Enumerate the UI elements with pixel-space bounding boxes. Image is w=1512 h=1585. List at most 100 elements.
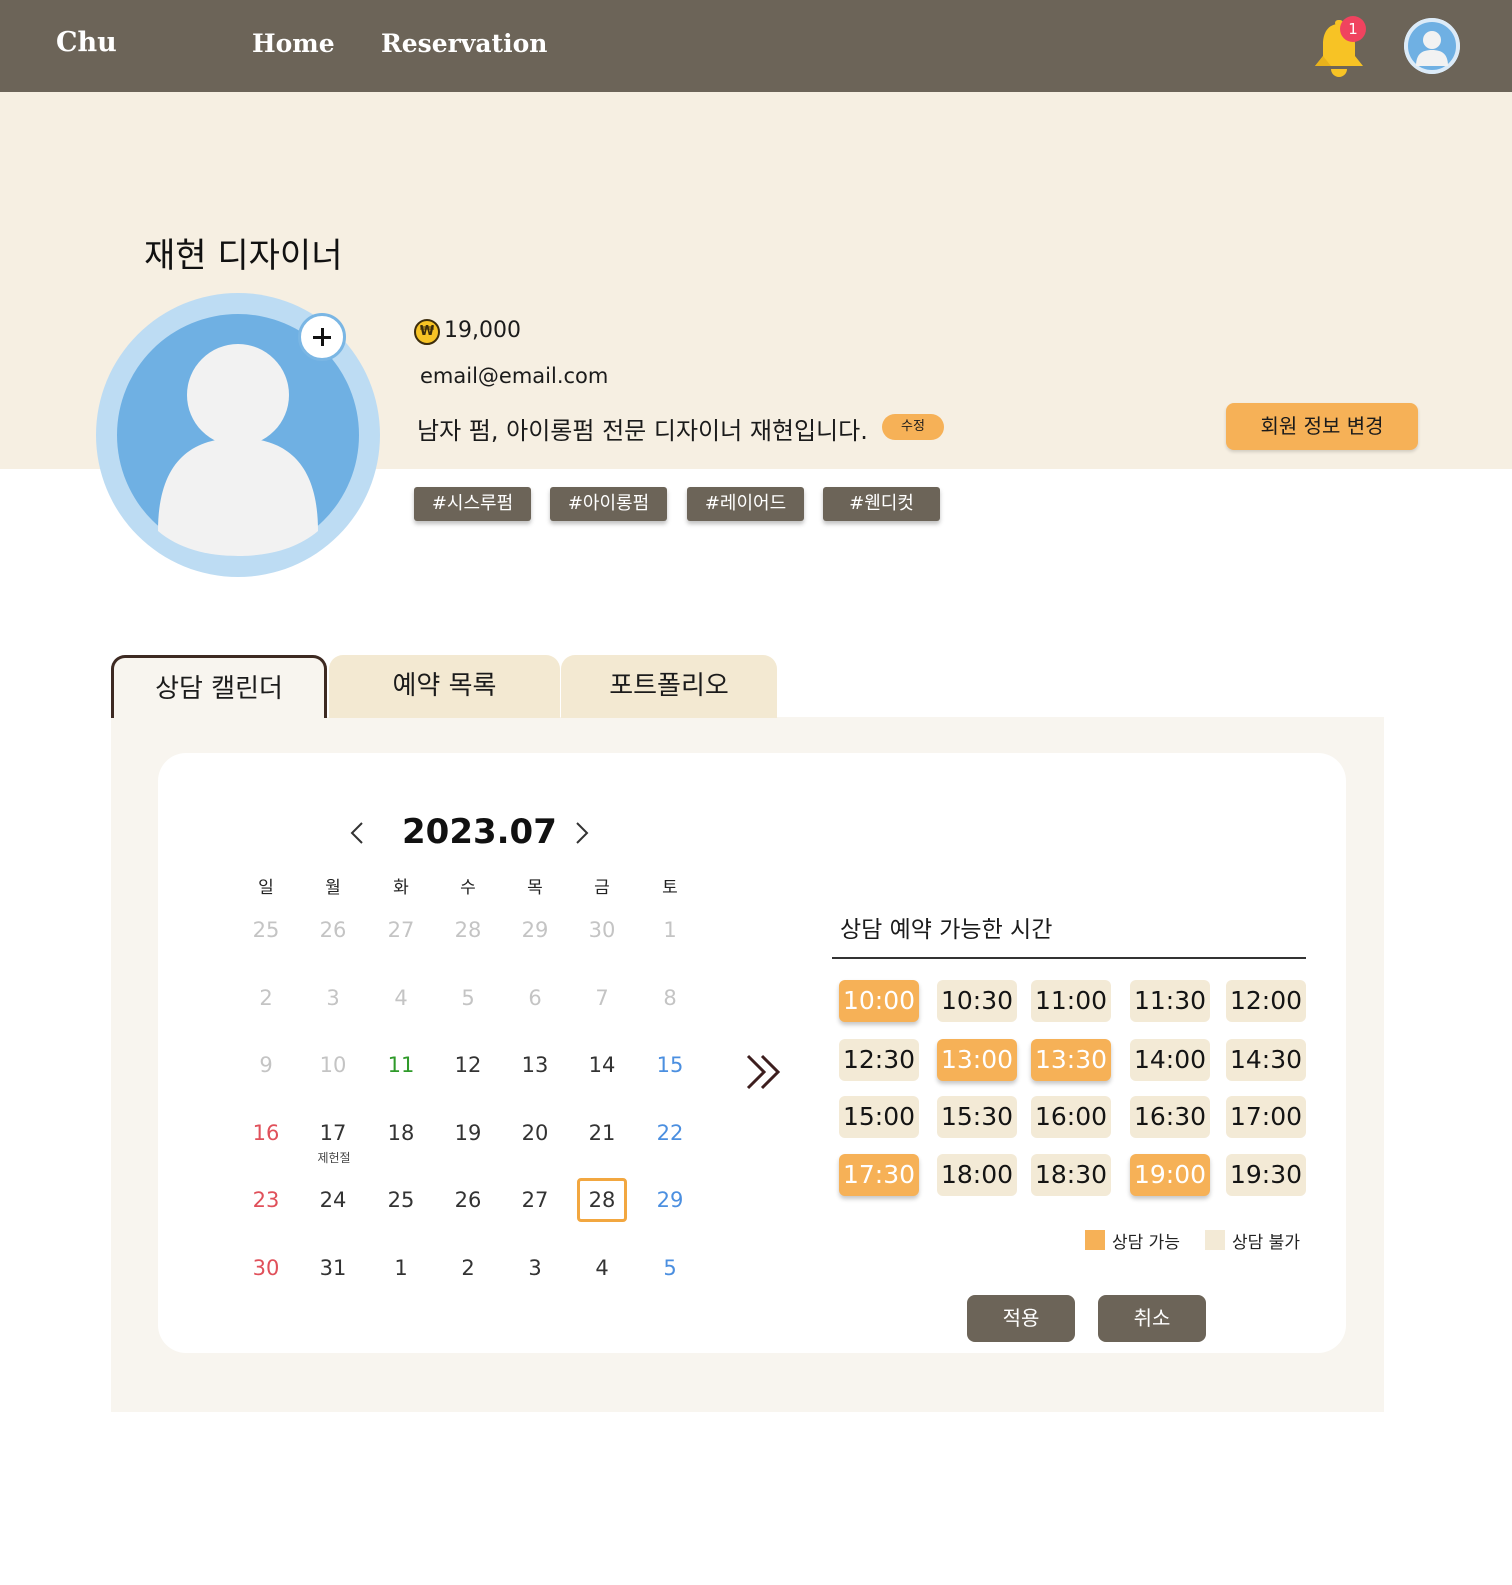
calendar-day-selected[interactable]: 28 [577,1178,627,1222]
hashtag-chip[interactable]: #레이어드 [687,487,804,521]
tab-portfolio[interactable]: 포트폴리오 [561,655,777,718]
calendar-day[interactable]: 29 [507,908,563,952]
calendar-day[interactable]: 26 [440,1178,496,1222]
time-slot-unavailable[interactable]: 11:00 [1031,980,1111,1022]
time-slot-unavailable[interactable]: 15:30 [937,1096,1017,1138]
hashtag-chip[interactable]: #웬디컷 [823,487,940,521]
brand-logo[interactable]: Chu [56,27,117,58]
calendar-day[interactable]: 25 [373,1178,429,1222]
calendar-day[interactable]: 22 [642,1111,698,1155]
chevron-right-icon[interactable] [566,816,596,850]
calendar-day[interactable]: 18 [373,1111,429,1155]
calendar-day[interactable]: 4 [373,976,429,1020]
tab-consult-calendar[interactable]: 상담 캘린더 [111,655,327,718]
calendar-day[interactable]: 30 [574,908,630,952]
nav-link-reservation[interactable]: Reservation [381,29,547,58]
calendar-day[interactable]: 7 [574,976,630,1020]
time-slot-unavailable[interactable]: 15:00 [839,1096,919,1138]
time-slot-available[interactable]: 17:30 [839,1154,919,1196]
time-slot-unavailable[interactable]: 18:00 [937,1154,1017,1196]
time-slot-unavailable[interactable]: 14:00 [1130,1039,1210,1081]
apply-button[interactable]: 적용 [967,1295,1075,1342]
designer-email: email@email.com [420,364,609,388]
weekday-header: 화 [393,878,409,898]
change-member-info-button[interactable]: 회원 정보 변경 [1226,403,1418,450]
legend-unavailable-swatch [1205,1230,1225,1250]
time-slot-available[interactable]: 19:00 [1130,1154,1210,1196]
calendar-day[interactable]: 3 [305,976,361,1020]
hashtag-chip[interactable]: #아이롱펌 [550,487,667,521]
calendar-day[interactable]: 6 [507,976,563,1020]
calendar-day[interactable]: 20 [507,1111,563,1155]
time-slot-unavailable[interactable]: 18:30 [1031,1154,1111,1196]
time-slot-unavailable[interactable]: 19:30 [1226,1154,1306,1196]
cancel-button[interactable]: 취소 [1098,1295,1206,1342]
time-slot-unavailable[interactable]: 16:00 [1031,1096,1111,1138]
weekday-header: 수 [460,878,476,898]
calendar-day[interactable]: 2 [238,976,294,1020]
weekday-header: 목 [527,878,543,898]
time-slot-unavailable[interactable]: 11:30 [1130,980,1210,1022]
calendar-day[interactable]: 24 [305,1178,361,1222]
time-slot-unavailable[interactable]: 12:30 [839,1039,919,1081]
calendar-day[interactable]: 13 [507,1043,563,1087]
calendar-day[interactable]: 14 [574,1043,630,1087]
won-coin-icon: ₩ [414,319,440,345]
calendar-day[interactable]: 27 [507,1178,563,1222]
legend-available-swatch [1085,1230,1105,1250]
calendar-day[interactable]: 23 [238,1178,294,1222]
double-chevron-right-icon[interactable] [742,1050,788,1094]
time-slot-available[interactable]: 13:30 [1031,1039,1111,1081]
calendar-day[interactable]: 16 [238,1111,294,1155]
weekday-header: 금 [594,878,610,898]
calendar-day[interactable]: 1 [373,1246,429,1290]
tab-reservation-list[interactable]: 예약 목록 [329,655,560,718]
calendar-day[interactable]: 1 [642,908,698,952]
calendar-day[interactable]: 3 [507,1246,563,1290]
time-slot-available[interactable]: 10:00 [839,980,919,1022]
time-slot-unavailable[interactable]: 17:00 [1226,1096,1306,1138]
top-navigation-bar: Chu Home Reservation 1 [0,0,1512,92]
time-slot-unavailable[interactable]: 12:00 [1226,980,1306,1022]
time-slot-unavailable[interactable]: 16:30 [1130,1096,1210,1138]
legend-unavailable-label: 상담 불가 [1232,1233,1300,1253]
calendar-day[interactable]: 11 [373,1043,429,1087]
designer-bio: 남자 펌, 아이롱펌 전문 디자이너 재현입니다. [417,417,868,445]
time-slot-available[interactable]: 13:00 [937,1039,1017,1081]
add-photo-button[interactable] [298,313,346,361]
chevron-left-icon[interactable] [343,816,373,850]
time-slot-unavailable[interactable]: 14:30 [1226,1039,1306,1081]
calendar-day[interactable]: 4 [574,1246,630,1290]
calendar-day[interactable]: 26 [305,908,361,952]
time-slot-unavailable[interactable]: 10:30 [937,980,1017,1022]
calendar-day[interactable]: 27 [373,908,429,952]
hashtag-chip[interactable]: #시스루펌 [414,487,531,521]
calendar-day[interactable]: 25 [238,908,294,952]
notification-badge: 1 [1340,16,1366,42]
edit-bio-button[interactable]: 수정 [882,414,944,440]
weekday-header: 토 [662,878,678,898]
calendar-day[interactable]: 2 [440,1246,496,1290]
nav-link-home[interactable]: Home [252,29,335,58]
calendar-day[interactable]: 15 [642,1043,698,1087]
calendar-day[interactable]: 19 [440,1111,496,1155]
calendar-day[interactable]: 10 [305,1043,361,1087]
calendar-day[interactable]: 5 [440,976,496,1020]
available-times-title: 상담 예약 가능한 시간 [840,917,1053,943]
user-avatar-icon[interactable] [1404,18,1460,74]
calendar-day[interactable]: 5 [642,1246,698,1290]
weekday-header: 월 [325,878,341,898]
calendar-day[interactable]: 30 [238,1246,294,1290]
designer-name: 재현 디자이너 [144,236,343,276]
calendar-day[interactable]: 12 [440,1043,496,1087]
calendar-day[interactable]: 29 [642,1178,698,1222]
divider [832,957,1306,959]
legend-available-label: 상담 가능 [1112,1233,1180,1253]
weekday-header: 일 [258,878,274,898]
calendar-day[interactable]: 31 [305,1246,361,1290]
points-balance: 19,000 [444,318,521,343]
calendar-day[interactable]: 28 [440,908,496,952]
calendar-day[interactable]: 8 [642,976,698,1020]
calendar-day[interactable]: 9 [238,1043,294,1087]
calendar-day[interactable]: 21 [574,1111,630,1155]
